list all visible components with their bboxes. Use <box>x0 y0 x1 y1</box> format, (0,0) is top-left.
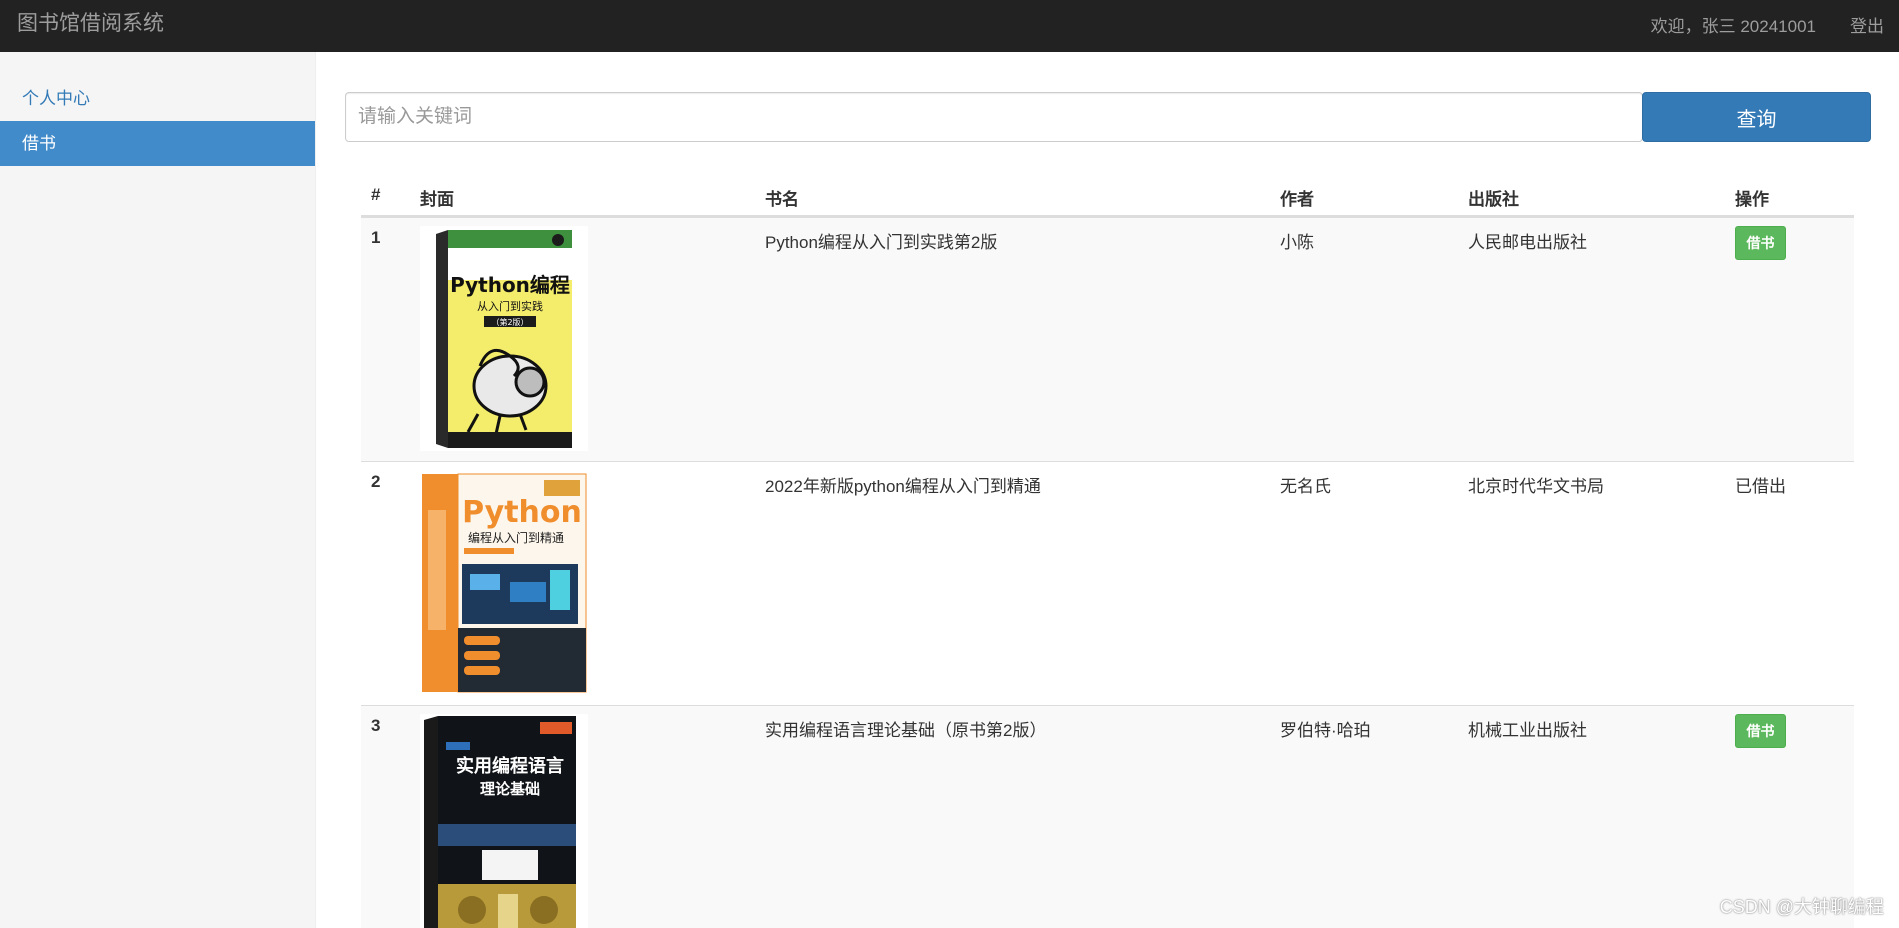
row-number: 3 <box>371 716 381 735</box>
nav-right: 欢迎，张三 20241001 登出 <box>1651 0 1884 48</box>
table-row: 1 Python编程 从入门到实践 （第2版） Python编程从入门到实践第2 <box>361 217 1854 461</box>
cover-subtitle: 编程从入门到精通 <box>468 530 564 545</box>
book-cover-image: Python编程 从入门到实践 （第2版） <box>420 226 588 451</box>
book-publisher: 机械工业出版社 <box>1468 721 1587 740</box>
book-publisher: 北京时代华文书局 <box>1468 477 1604 496</box>
search-input[interactable] <box>345 92 1643 142</box>
header-title: 书名 <box>765 190 799 209</box>
book-publisher: 人民邮电出版社 <box>1468 233 1587 252</box>
book-title: Python编程从入门到实践第2版 <box>765 233 998 252</box>
cover-subtitle: 从入门到实践 <box>477 299 543 313</box>
table-row: 2 Python 编程从入门到精通 2022年新版python编程从入门到精通 … <box>361 461 1854 705</box>
book-author: 无名氏 <box>1280 477 1331 496</box>
sidebar-item-borrow-books[interactable]: 借书 <box>0 121 315 166</box>
cover-subtitle: 理论基础 <box>480 780 540 798</box>
table-header: # 封面 书名 作者 出版社 操作 <box>361 172 1854 217</box>
csdn-watermark: CSDN @大钟聊编程 <box>1719 897 1884 917</box>
search-button[interactable]: 查询 <box>1642 92 1871 142</box>
sidebar: 个人中心 借书 <box>0 52 316 928</box>
brand-title[interactable]: 图书馆借阅系统 <box>17 0 164 48</box>
books-table: # 封面 书名 作者 出版社 操作 1 Python编程 从入门到实践 （第2版… <box>361 172 1854 928</box>
cover-edition: （第2版） <box>491 317 528 327</box>
header-author: 作者 <box>1280 190 1314 209</box>
book-author: 罗伯特·哈珀 <box>1280 721 1371 740</box>
cover-title: Python <box>462 495 582 530</box>
book-author: 小陈 <box>1280 233 1314 252</box>
book-title: 实用编程语言理论基础（原书第2版） <box>765 721 1047 740</box>
borrow-button[interactable]: 借书 <box>1735 714 1786 748</box>
header-number: # <box>371 185 381 204</box>
borrowed-status: 已借出 <box>1735 477 1786 496</box>
borrow-button[interactable]: 借书 <box>1735 226 1786 260</box>
header-publisher: 出版社 <box>1468 190 1519 209</box>
top-navbar: 图书馆借阅系统 欢迎，张三 20241001 登出 <box>0 0 1899 52</box>
header-cover: 封面 <box>420 190 454 209</box>
book-title: 2022年新版python编程从入门到精通 <box>765 477 1041 496</box>
table-row: 3 实用编程语言 理论基础 实用编程语言理论基础（原书第2版） 罗伯特·哈珀 机… <box>361 705 1854 928</box>
row-number: 2 <box>371 472 381 491</box>
header-action: 操作 <box>1735 190 1769 209</box>
book-cover-image: Python 编程从入门到精通 <box>420 470 588 695</box>
welcome-text: 欢迎，张三 20241001 <box>1650 16 1816 36</box>
book-cover-image: 实用编程语言 理论基础 <box>420 714 588 928</box>
logout-link[interactable]: 登出 <box>1850 12 1884 37</box>
row-number: 1 <box>371 228 381 247</box>
cover-title: 实用编程语言 <box>456 755 564 777</box>
cover-title: Python编程 <box>450 273 570 297</box>
sidebar-item-personal-center[interactable]: 个人中心 <box>0 76 315 121</box>
